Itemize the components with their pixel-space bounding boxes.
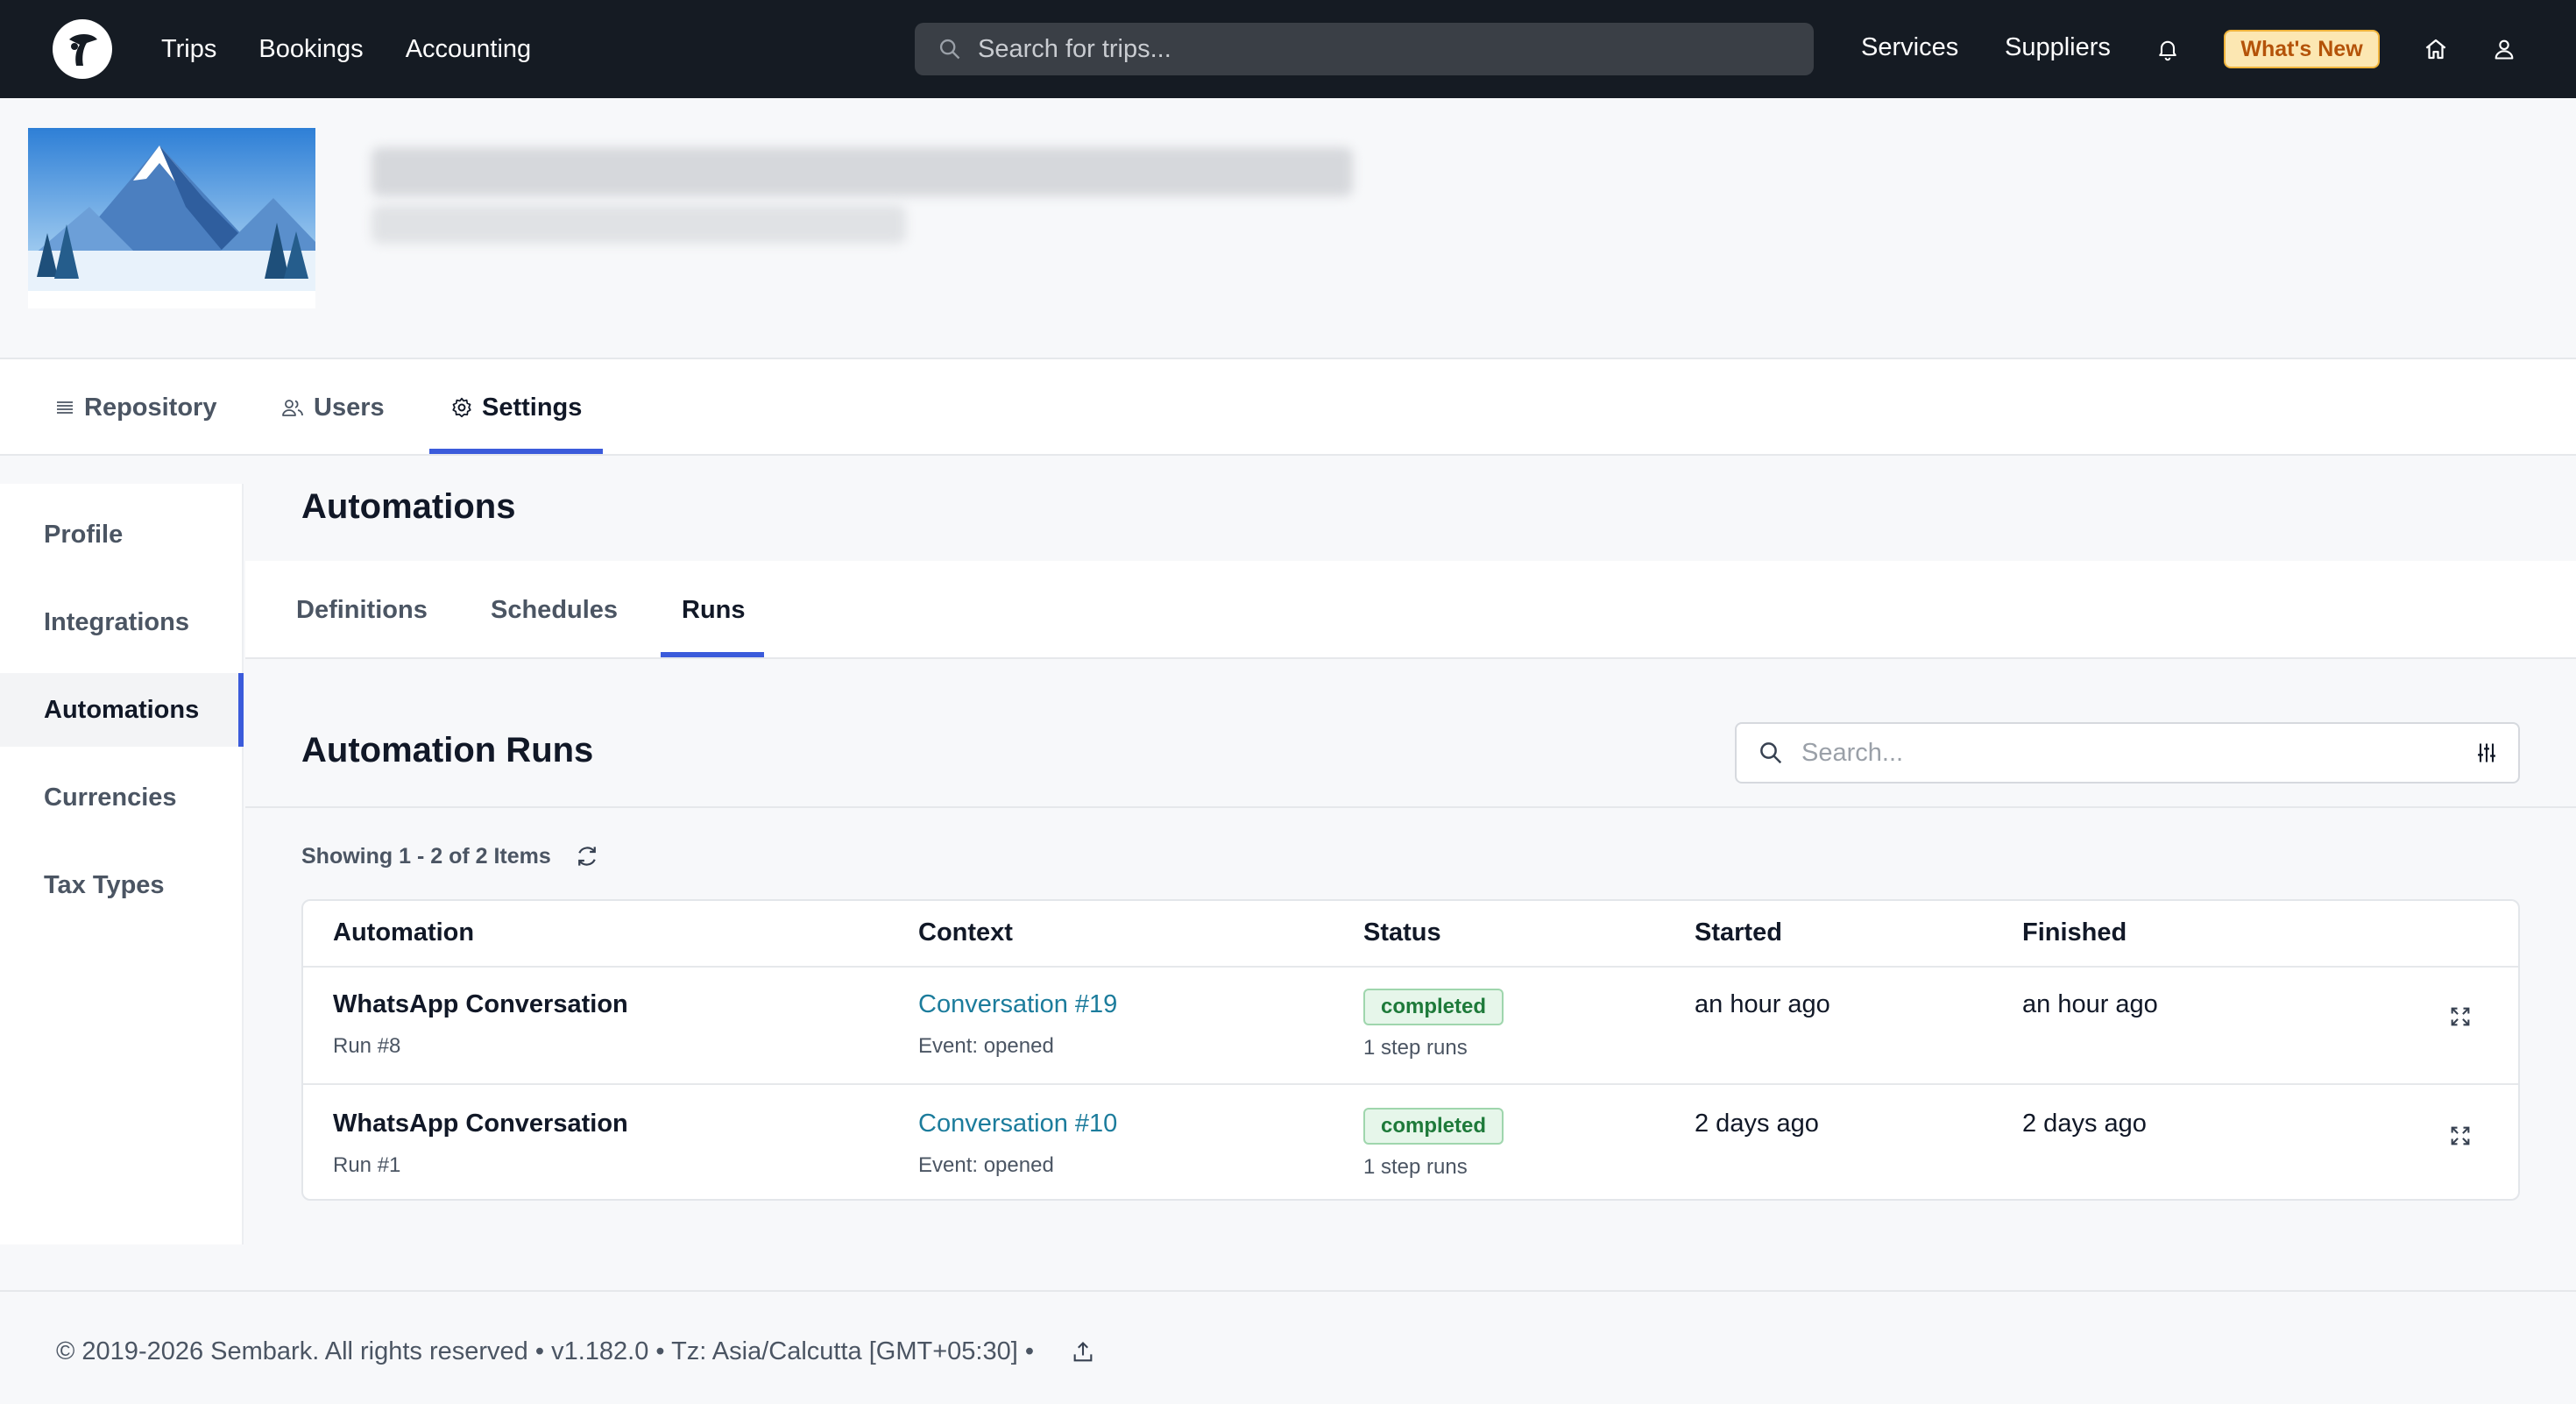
home-icon [2425, 39, 2446, 60]
nav-suppliers[interactable]: Suppliers [2005, 33, 2111, 62]
column-header-context: Context [918, 918, 1013, 947]
step-runs: 1 step runs [1363, 1155, 1468, 1179]
users-icon [282, 400, 303, 416]
active-subtab-indicator [661, 652, 764, 657]
finished-time: 2 days ago [2022, 1110, 2147, 1138]
organization-details-blurred [372, 205, 906, 244]
list-icon [57, 401, 73, 414]
status-badge: completed [1363, 989, 1504, 1025]
mountain-image [28, 128, 315, 308]
showing-text: Showing 1 - 2 of 2 Items [301, 843, 551, 869]
runs-search[interactable] [1735, 722, 2520, 784]
context-link[interactable]: Conversation #10 [918, 1110, 1117, 1138]
tab-users[interactable]: Users [280, 359, 385, 456]
organization-header [0, 98, 2576, 359]
context-event: Event: opened [918, 1153, 1054, 1177]
organization-name-blurred [372, 147, 1353, 196]
main-tabs: Repository Users Settings [0, 359, 2576, 456]
profile-button[interactable] [2485, 30, 2523, 68]
notifications-button[interactable] [2148, 30, 2187, 68]
context-link[interactable]: Conversation #19 [918, 990, 1117, 1019]
automation-subtabs: Definitions Schedules Runs [245, 561, 2576, 659]
global-search[interactable] [915, 23, 1814, 75]
pagination-summary: Showing 1 - 2 of 2 Items [301, 843, 600, 869]
runs-header: Automation Runs [245, 659, 2576, 808]
subtab-schedules[interactable]: Schedules [491, 561, 618, 659]
footer: © 2019-2026 Sembark. All rights reserved… [0, 1290, 2576, 1404]
run-number: Run #8 [333, 1034, 401, 1058]
nav-accounting[interactable]: Accounting [406, 35, 532, 64]
tab-repository-label: Repository [84, 393, 217, 422]
nav-trips[interactable]: Trips [161, 35, 216, 64]
column-header-status: Status [1363, 918, 1441, 947]
organization-banner [28, 128, 315, 308]
runs-title: Automation Runs [301, 731, 594, 769]
started-time: an hour ago [1695, 990, 1830, 1018]
footer-text: © 2019-2026 Sembark. All rights reserved… [56, 1337, 1034, 1365]
sidebar-item-tax-types[interactable]: Tax Types [0, 848, 244, 922]
tab-users-label: Users [314, 393, 385, 422]
context-event: Event: opened [918, 1034, 1054, 1058]
tab-repository[interactable]: Repository [54, 359, 216, 456]
active-tab-indicator [429, 449, 603, 454]
settings-sidebar: Profile Integrations Automations Currenc… [0, 484, 244, 1244]
table-row: WhatsApp Conversation Run #8 Conversatio… [303, 968, 2518, 1083]
search-icon [1760, 742, 1782, 764]
upload-icon[interactable] [1071, 1340, 1095, 1365]
tab-settings[interactable]: Settings [450, 359, 582, 456]
page-title: Automations [301, 487, 516, 526]
run-number: Run #1 [333, 1153, 401, 1177]
column-header-started: Started [1695, 918, 1782, 947]
refresh-icon[interactable] [574, 843, 600, 869]
nav-bookings[interactable]: Bookings [258, 35, 363, 64]
top-navbar: Trips Bookings Accounting Services Suppl… [0, 0, 2576, 98]
sidebar-item-automations[interactable]: Automations [0, 673, 244, 747]
sidebar-item-integrations[interactable]: Integrations [0, 585, 244, 659]
subtab-runs[interactable]: Runs [682, 561, 746, 659]
global-search-input[interactable] [978, 34, 1766, 64]
expand-icon [2451, 1007, 2470, 1026]
automation-name: WhatsApp Conversation [333, 1110, 628, 1138]
expand-row-button[interactable] [2443, 1118, 2478, 1153]
column-header-automation: Automation [333, 918, 475, 947]
whats-new-button[interactable]: What's New [2224, 30, 2380, 68]
home-button[interactable] [2417, 30, 2455, 68]
tab-settings-label: Settings [482, 393, 583, 422]
sidebar-item-currencies[interactable]: Currencies [0, 761, 244, 834]
footer-content: © 2019-2026 Sembark. All rights reserved… [56, 1337, 1095, 1366]
sidebar-item-profile[interactable]: Profile [0, 498, 244, 571]
automation-runs-table: Automation Context Status Started Finish… [301, 899, 2520, 1201]
bell-icon [2159, 40, 2176, 61]
expand-icon [2451, 1126, 2470, 1145]
expand-row-button[interactable] [2443, 999, 2478, 1034]
filter-sliders-icon[interactable] [2474, 741, 2499, 765]
search-icon [939, 39, 960, 60]
column-header-finished: Finished [2022, 918, 2127, 947]
gear-icon [452, 397, 471, 418]
started-time: 2 days ago [1695, 1110, 1819, 1138]
subtab-definitions[interactable]: Definitions [296, 561, 428, 659]
runs-search-input[interactable] [1801, 738, 2450, 768]
step-runs: 1 step runs [1363, 1036, 1468, 1060]
automation-name: WhatsApp Conversation [333, 990, 628, 1018]
nav-services[interactable]: Services [1861, 33, 1958, 62]
status-badge: completed [1363, 1108, 1504, 1145]
app-logo[interactable] [53, 19, 112, 79]
user-icon [2495, 39, 2514, 60]
table-row: WhatsApp Conversation Run #1 Conversatio… [303, 1083, 2518, 1199]
finished-time: an hour ago [2022, 990, 2158, 1018]
logo-icon [69, 34, 97, 66]
